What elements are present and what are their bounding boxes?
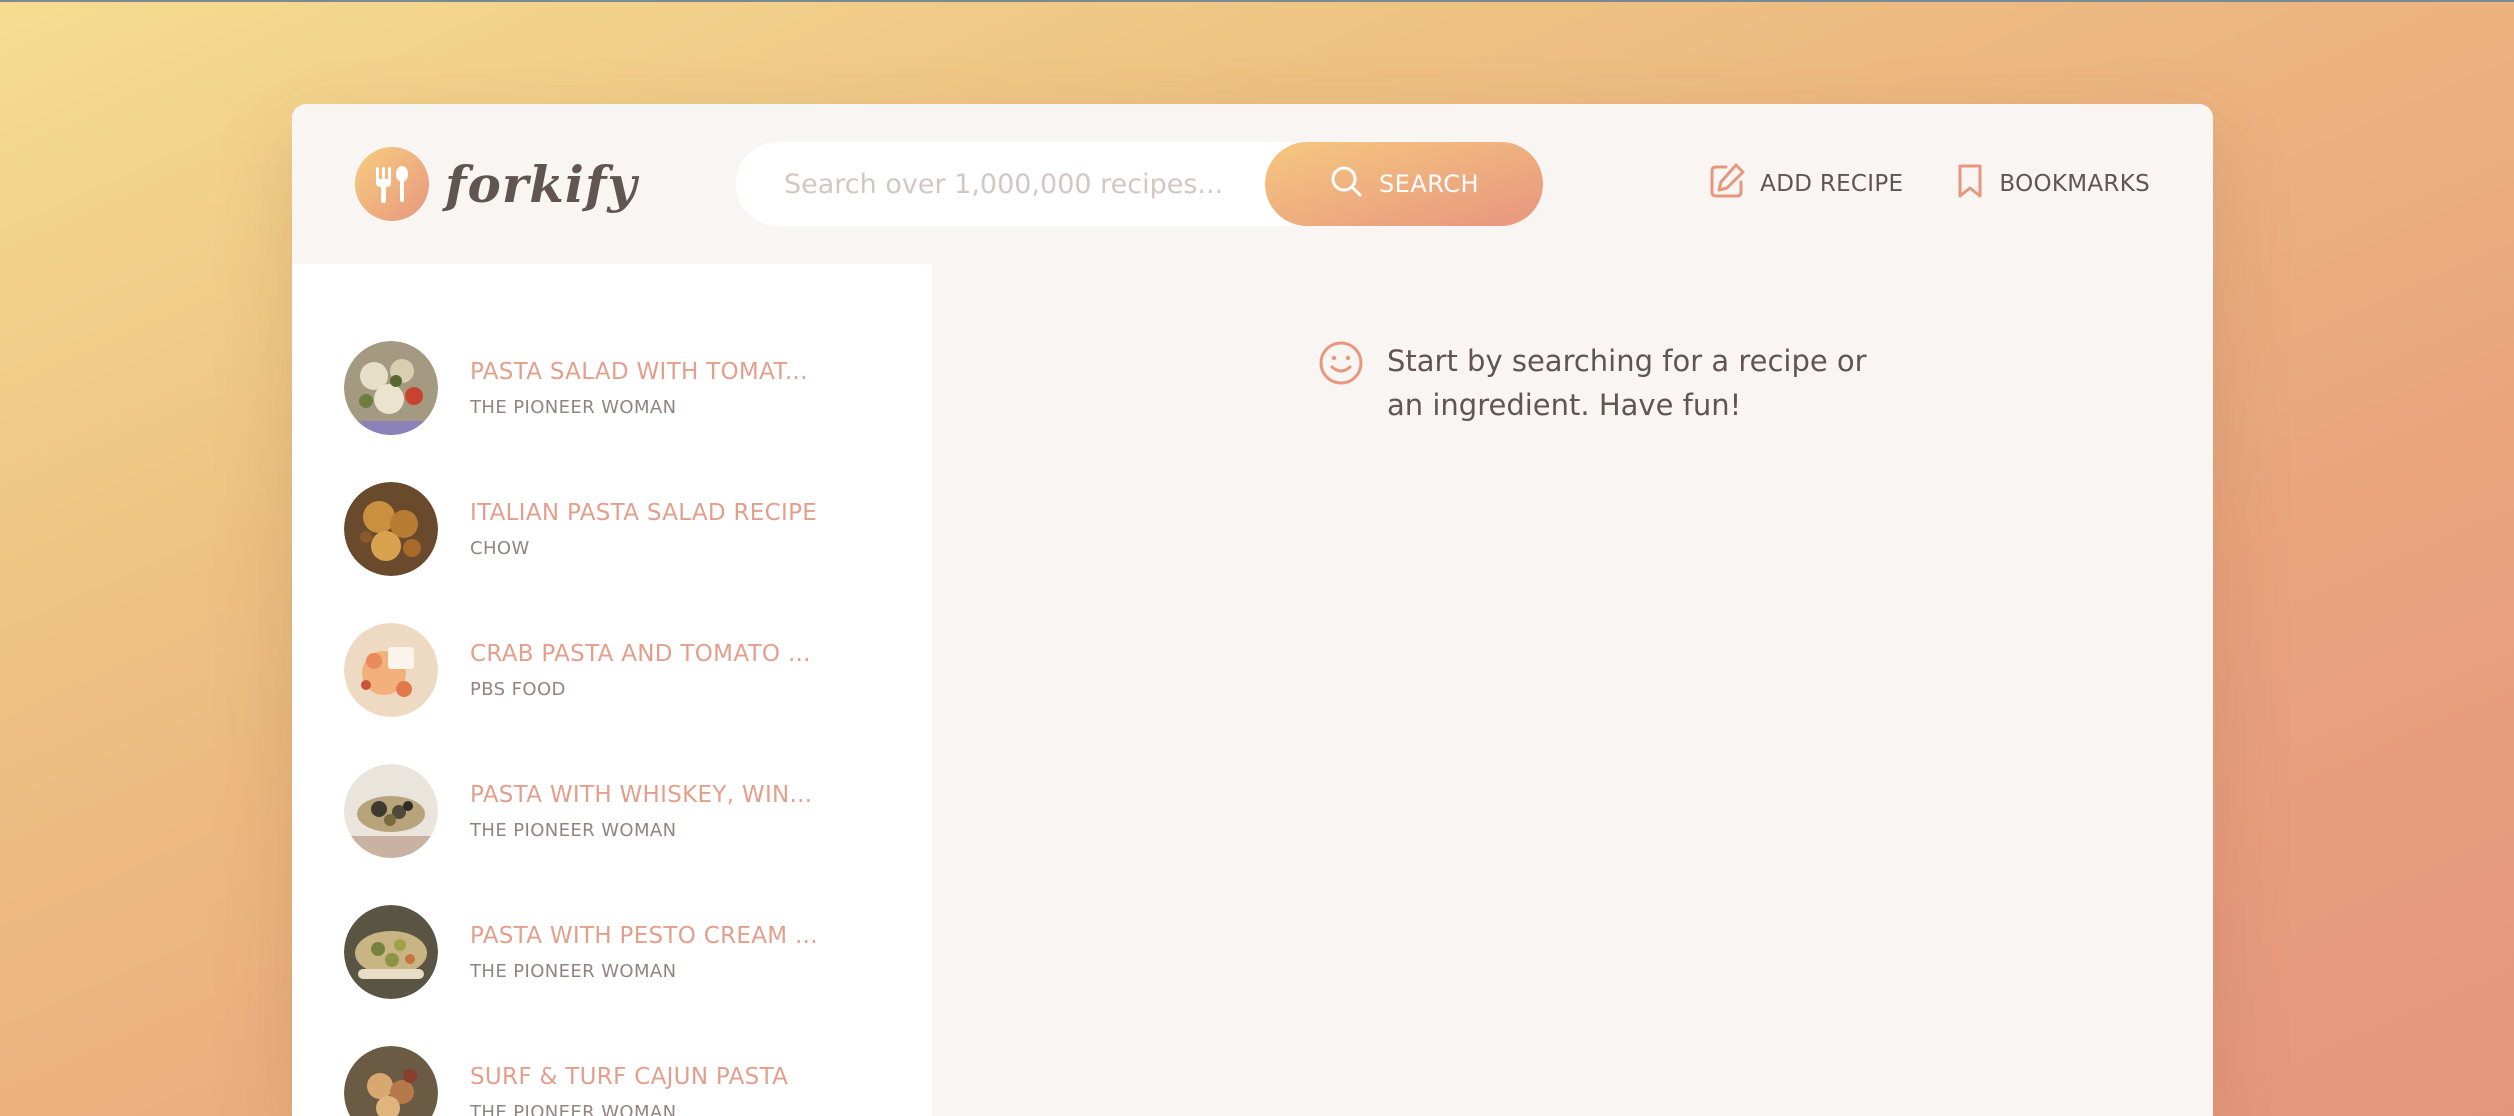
- result-publisher: CHOW: [470, 537, 530, 559]
- list-item[interactable]: SURF & TURF CAJUN PASTA THE PIONEER WOMA…: [344, 1043, 904, 1116]
- result-title: CRAB PASTA AND TOMATO ...: [470, 640, 811, 667]
- list-item[interactable]: PASTA WITH PESTO CREAM ... THE PIONEER W…: [344, 902, 904, 1002]
- window-top-border: [0, 0, 2514, 2]
- message-text: Start by searching for a recipe or an in…: [1387, 344, 1867, 422]
- bookmark-icon: [1955, 162, 1985, 206]
- search-button-label: SEARCH: [1378, 170, 1480, 198]
- add-recipe-label: ADD RECIPE: [1760, 171, 1904, 197]
- search-icon: [1329, 164, 1363, 204]
- search-button[interactable]: SEARCH: [1265, 142, 1543, 226]
- bookmarks-label: BOOKMARKS: [1999, 171, 2150, 197]
- result-title: PASTA SALAD WITH TOMAT...: [470, 358, 808, 385]
- add-recipe-button[interactable]: ADD RECIPE: [1708, 162, 1903, 206]
- recipe-thumbnail: [344, 1046, 438, 1116]
- recipe-thumbnail: [344, 623, 438, 717]
- result-publisher: THE PIONEER WOMAN: [470, 396, 677, 418]
- result-publisher: THE PIONEER WOMAN: [470, 1101, 677, 1116]
- list-item[interactable]: CRAB PASTA AND TOMATO ... PBS FOOD: [344, 620, 904, 720]
- logo-text: forkify: [445, 154, 638, 214]
- start-message: Start by searching for a recipe or an in…: [1317, 339, 1877, 427]
- header: forkify SEARCH: [292, 104, 2213, 264]
- list-item[interactable]: PASTA SALAD WITH TOMAT... THE PIONEER WO…: [344, 338, 904, 438]
- recipe-thumbnail: [344, 482, 438, 576]
- result-publisher: THE PIONEER WOMAN: [470, 960, 677, 982]
- list-item[interactable]: PASTA WITH WHISKEY, WIN... THE PIONEER W…: [344, 761, 904, 861]
- smile-icon: [1317, 339, 1365, 391]
- app-container: forkify SEARCH: [292, 104, 2213, 1116]
- nav: ADD RECIPE BOOKMARKS: [1708, 162, 2150, 206]
- result-publisher: THE PIONEER WOMAN: [470, 819, 677, 841]
- result-title: SURF & TURF CAJUN PASTA: [470, 1063, 789, 1090]
- search-results: PASTA SALAD WITH TOMAT... THE PIONEER WO…: [292, 264, 932, 1116]
- list-item[interactable]: ITALIAN PASTA SALAD RECIPE CHOW: [344, 479, 904, 579]
- fork-spoon-icon: [355, 147, 429, 221]
- bookmarks-button[interactable]: BOOKMARKS: [1955, 162, 2150, 206]
- logo[interactable]: forkify: [355, 147, 637, 221]
- search-form: SEARCH: [736, 142, 1543, 226]
- recipe-thumbnail: [344, 905, 438, 999]
- recipe-thumbnail: [344, 341, 438, 435]
- recipe-thumbnail: [344, 764, 438, 858]
- result-publisher: PBS FOOD: [470, 678, 566, 700]
- result-title: PASTA WITH PESTO CREAM ...: [470, 922, 818, 949]
- result-title: PASTA WITH WHISKEY, WIN...: [470, 781, 813, 808]
- edit-icon: [1708, 162, 1746, 206]
- search-input[interactable]: [784, 168, 1264, 200]
- result-title: ITALIAN PASTA SALAD RECIPE: [470, 499, 818, 526]
